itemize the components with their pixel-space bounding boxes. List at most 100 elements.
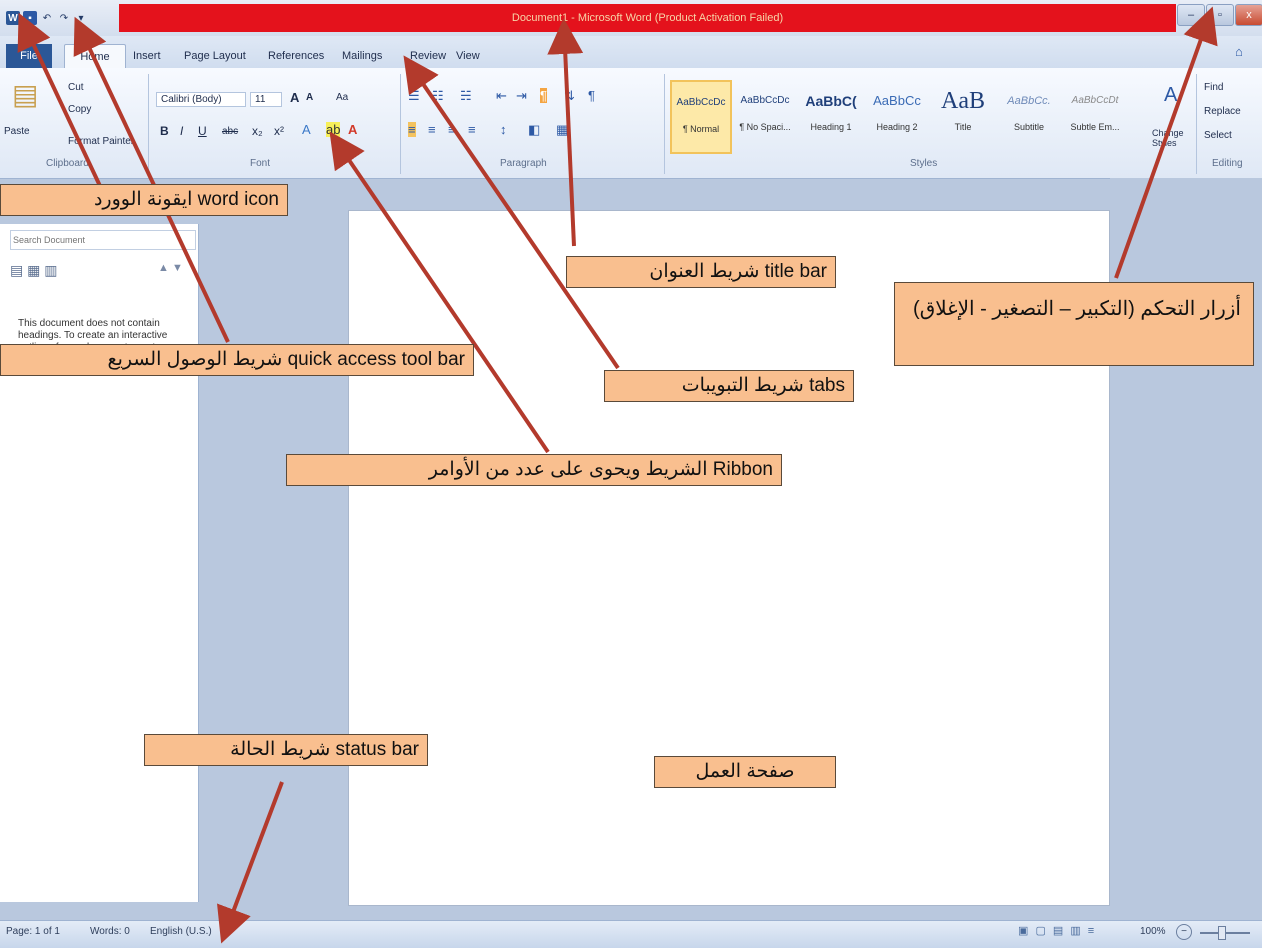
tab-view[interactable]: View — [456, 44, 480, 68]
change-styles-icon[interactable]: A — [1164, 84, 1177, 107]
close-button[interactable]: x — [1235, 4, 1262, 26]
style-subtle-emphasis[interactable]: AaBbCcDt Subtle Em... — [1066, 80, 1124, 150]
annotation-ribbon: الشريط ويحوى على عدد من الأوامر Ribbon — [286, 454, 782, 486]
style-sample: AaBbCcDc — [676, 97, 726, 108]
shrink-font-button[interactable]: A — [306, 92, 313, 103]
zoom-out-icon[interactable]: − — [1176, 924, 1192, 940]
tab-file[interactable]: File — [6, 44, 52, 68]
cut-button[interactable]: Cut — [68, 82, 84, 93]
quick-access-toolbar: W ▪ ↶ ↷ ▾ — [6, 6, 88, 30]
group-label-clipboard: Clipboard — [46, 158, 89, 169]
annotation-controls: أزرار التحكم (التكبير – التصغير - الإغلا… — [894, 282, 1254, 366]
text-effects-icon[interactable]: A — [302, 122, 311, 137]
undo-icon[interactable]: ↶ — [40, 11, 54, 25]
page-count[interactable]: Page: 1 of 1 — [6, 926, 60, 937]
zoom-level[interactable]: 100% — [1140, 926, 1166, 937]
find-button[interactable]: Find — [1204, 82, 1223, 93]
word-count[interactable]: Words: 0 — [90, 926, 130, 937]
style-name: ¶ Normal — [682, 124, 720, 134]
window-title: Document1 - Microsoft Word (Product Acti… — [511, 12, 784, 24]
tab-home[interactable]: Home — [64, 44, 126, 69]
arrow-status-bar — [217, 781, 284, 944]
align-center-icon[interactable]: ≡ — [428, 122, 436, 137]
shading-icon[interactable]: ◧ — [528, 122, 540, 138]
increase-indent-icon[interactable]: ⇥ — [516, 88, 527, 104]
group-separator — [664, 74, 665, 174]
justify-icon[interactable]: ≡ — [468, 122, 476, 137]
replace-button[interactable]: Replace — [1204, 106, 1241, 117]
redo-icon[interactable]: ↷ — [57, 11, 71, 25]
font-color-icon[interactable]: A — [348, 122, 357, 137]
italic-button[interactable]: I — [180, 124, 183, 138]
style-heading-1[interactable]: AaBbC( Heading 1 — [802, 80, 860, 150]
subscript-button[interactable]: x₂ — [252, 124, 263, 138]
style-sample: AaBbCc. — [1007, 95, 1051, 107]
nav-search-input[interactable] — [10, 230, 196, 250]
word-icon[interactable]: W — [6, 11, 20, 25]
annotation-status-bar: شريط الحالة status bar — [144, 734, 428, 766]
superscript-button[interactable]: x² — [274, 124, 284, 138]
multilevel-list-icon[interactable]: ☵ — [460, 88, 472, 104]
style-name: Subtitle — [1013, 122, 1045, 132]
tab-page-layout[interactable]: Page Layout — [184, 44, 246, 68]
sort-icon[interactable]: ⇅ — [564, 88, 575, 104]
style-subtitle[interactable]: AaBbCc. Subtitle — [1000, 80, 1058, 150]
nav-up-down-icon[interactable]: ▲ ▼ — [158, 262, 183, 274]
language-indicator[interactable]: English (U.S.) — [150, 926, 212, 937]
style-sample: AaBbCc — [873, 93, 921, 108]
style-sample: AaB — [941, 88, 985, 114]
group-label-paragraph: Paragraph — [500, 158, 547, 169]
annotation-work-page: صفحة العمل — [654, 756, 836, 788]
select-button[interactable]: Select — [1204, 130, 1232, 141]
style-normal[interactable]: AaBbCcDc ¶ Normal — [670, 80, 732, 154]
group-label-font: Font — [250, 158, 271, 169]
underline-button[interactable]: U — [198, 124, 207, 138]
style-sample: AaBbC( — [805, 93, 857, 109]
font-size-select[interactable]: 11 — [250, 92, 282, 107]
group-separator — [148, 74, 149, 174]
style-heading-2[interactable]: AaBbCc Heading 2 — [868, 80, 926, 150]
highlight-icon[interactable]: ab — [326, 122, 341, 137]
save-icon[interactable]: ▪ — [23, 11, 37, 25]
style-title[interactable]: AaB Title — [934, 80, 992, 150]
format-painter-button[interactable]: Format Painter — [68, 136, 134, 147]
show-marks-icon[interactable]: ¶ — [588, 88, 595, 103]
paste-icon[interactable]: ▤ — [12, 78, 38, 111]
minimize-button[interactable]: – — [1177, 4, 1205, 26]
view-mode-icons[interactable]: ▣ ▢ ▤ ▥ ≡ — [1018, 924, 1096, 937]
grow-font-button[interactable]: A — [290, 90, 299, 105]
nav-view-tabs[interactable]: ▤ ▦ ▥ — [10, 262, 57, 279]
customize-icon[interactable]: ▾ — [74, 11, 88, 25]
bullets-icon[interactable]: ☰ — [408, 88, 420, 104]
style-name: Title — [954, 122, 972, 132]
style-no-spacing[interactable]: AaBbCcDc ¶ No Spaci... — [736, 80, 794, 150]
style-name: Heading 1 — [810, 122, 852, 132]
change-case-button[interactable]: Aa — [336, 92, 348, 103]
bold-button[interactable]: B — [160, 124, 169, 138]
change-styles-button[interactable]: Change Styles — [1152, 128, 1184, 148]
tab-references[interactable]: References — [268, 44, 324, 68]
group-separator — [400, 74, 401, 174]
restore-button[interactable]: ▫ — [1206, 4, 1234, 26]
style-sample: AaBbCcDc — [740, 95, 790, 106]
paste-label[interactable]: Paste — [4, 126, 30, 137]
strikethrough-button[interactable]: abc — [222, 126, 238, 137]
rtl-icon[interactable]: ¶ — [540, 88, 547, 103]
align-left-icon[interactable]: ≡ — [408, 122, 416, 137]
numbering-icon[interactable]: ☷ — [432, 88, 444, 104]
borders-icon[interactable]: ▦ — [556, 122, 568, 138]
tab-mailings[interactable]: Mailings — [342, 44, 382, 68]
group-label-styles: Styles — [910, 158, 938, 169]
help-icon[interactable]: ⌂ — [1235, 44, 1253, 62]
zoom-slider-thumb[interactable] — [1218, 926, 1226, 940]
style-name: Heading 2 — [876, 122, 918, 132]
annotation-tabs: شريط التبويبات tabs — [604, 370, 854, 402]
copy-button[interactable]: Copy — [68, 104, 91, 115]
tab-review[interactable]: Review — [410, 44, 446, 68]
decrease-indent-icon[interactable]: ⇤ — [496, 88, 507, 104]
tab-insert[interactable]: Insert — [133, 44, 161, 68]
align-right-icon[interactable]: ≡ — [448, 122, 456, 137]
line-spacing-icon[interactable]: ↕ — [500, 122, 507, 137]
style-name: Subtle Em... — [1070, 122, 1120, 132]
font-name-select[interactable]: Calibri (Body) — [156, 92, 246, 107]
